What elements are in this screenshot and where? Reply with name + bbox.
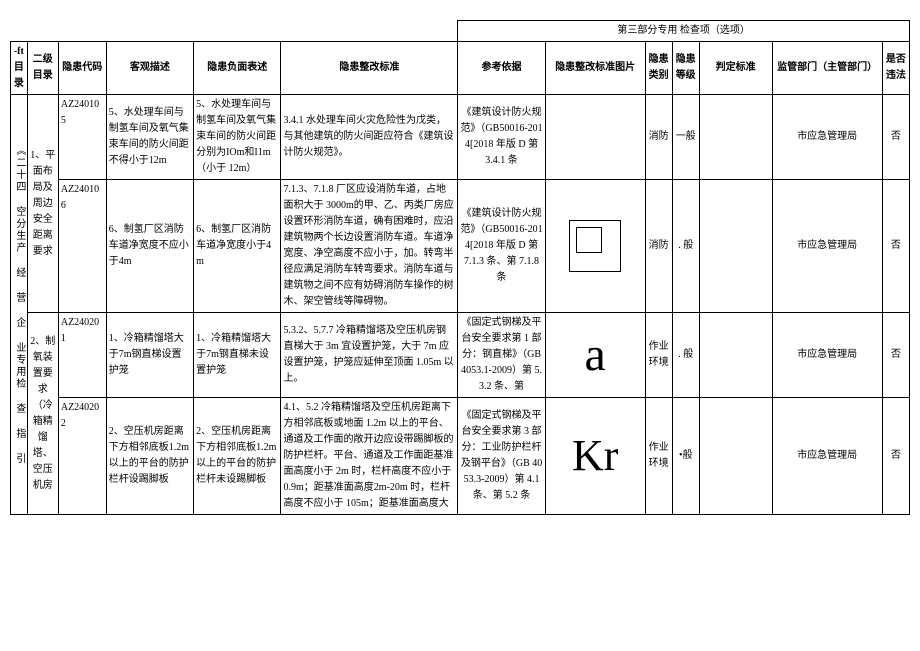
neg-desc: 2、空压机房距离下方相邻底板1.2m以上的平台的防护栏杆未设踢脚板 (194, 398, 281, 515)
section-header-row: 第三部分专用 检查项（选项） (11, 21, 910, 42)
ref: 《固定式钢梯及平台安全要求第 3 部分：工业防护栏杆及钢平台》（GB 4053.… (458, 398, 545, 515)
hdr-col9: 隐患等级 (672, 42, 699, 95)
code: AZ240202 (58, 398, 106, 515)
hdr-col3: 客观描述 (106, 42, 193, 95)
code: AZ240106 (58, 180, 106, 313)
neg-desc: 5、水处理车间与制氢车间及氧气集束车间的防火间距分别为IOm和I1m（小于 12… (194, 95, 281, 180)
haz-cat: 作业环境 (645, 398, 672, 515)
obj-desc: 1、冷箱精馏塔大于7m钢直梯设置护笼 (106, 313, 193, 398)
hdr-col10: 判定标准 (699, 42, 772, 95)
law: 否 (882, 180, 909, 313)
header-row: -ft 目录 二级目录 隐患代码 客观描述 隐患负面表述 隐患整改标准 参考依据… (11, 42, 910, 95)
dept: 市应急管理局 (772, 398, 882, 515)
haz-level: 一般 (672, 95, 699, 180)
ref: 《建筑设计防火规范》（GB50016-2014[2018 年版 D 第 3.4.… (458, 95, 545, 180)
std: 5.3.2、5.7.7 冷箱精馏塔及空压机房钢直梯大于 3m 宜设置护笼，大于 … (281, 313, 458, 398)
std: 3.4.1 水处理车间火灾危险性为戊类，与其他建筑的防火间距应符合《建筑设计防火… (281, 95, 458, 180)
haz-level: •般 (672, 398, 699, 515)
std: 4.1、5.2 冷箱精馏塔及空压机房距离下方相邻底板或地面 1.2m 以上的平台… (281, 398, 458, 515)
pic-cell (545, 95, 645, 180)
cat2-name: 2、制氧装置要求（冷箱精馏塔、空压机房 (27, 313, 58, 515)
obj-desc: 6、制氢厂区消防车道净宽度不应小于4m (106, 180, 193, 313)
haz-level: . 般 (672, 313, 699, 398)
obj-desc: 2、空压机房距离下方相邻底板1.2m以上的平台的防护栏杆设踢脚板 (106, 398, 193, 515)
pic-cell: Kr (545, 398, 645, 515)
haz-cat: 消防 (645, 95, 672, 180)
box-icon (569, 220, 621, 272)
obj-desc: 5、水处理车间与制氢车间及氧气集束车间的防火间距不得小于12m (106, 95, 193, 180)
pic-cell: a (545, 313, 645, 398)
cat1-name: 1、平面布局及周边安全距离要求 (27, 95, 58, 313)
hdr-col7: 隐患整改标准图片 (545, 42, 645, 95)
hdr-col5: 隐患整改标准 (281, 42, 458, 95)
hdr-col8: 隐患类别 (645, 42, 672, 95)
ref: 《建筑设计防火规范》（GB50016-2014[2018 年版 D 第 7.1.… (458, 180, 545, 313)
std: 7.1.3、7.1.8 厂区应设消防车道，占地面积大于 3000m的甲、乙、丙类… (281, 180, 458, 313)
judge (699, 398, 772, 515)
table-row: 《二十四 空分生产 经 营 企 业专用检 查 指 引 1、平面布局及周边安全距离… (11, 95, 910, 180)
code: AZ240201 (58, 313, 106, 398)
haz-cat: 作业环境 (645, 313, 672, 398)
law: 否 (882, 95, 909, 180)
dept: 市应急管理局 (772, 95, 882, 180)
pic-cell (545, 180, 645, 313)
hdr-col2: 隐患代码 (58, 42, 106, 95)
page: 第三部分专用 检查项（选项） -ft 目录 二级目录 隐患代码 客观描述 隐患负… (10, 20, 910, 515)
hdr-col6: 参考依据 (458, 42, 545, 95)
table-row: 2、制氧装置要求（冷箱精馏塔、空压机房 AZ240201 1、冷箱精馏塔大于7m… (11, 313, 910, 398)
haz-cat: 消防 (645, 180, 672, 313)
neg-desc: 1、冷箱精馏塔大于7m钢直梯未设置护笼 (194, 313, 281, 398)
haz-level: . 般 (672, 180, 699, 313)
judge (699, 95, 772, 180)
judge (699, 180, 772, 313)
ref: 《固定式钢梯及平台安全要求第 1 部分：钢直梯》（GB 4053.1-2009）… (458, 313, 545, 398)
hdr-col4: 隐患负面表述 (194, 42, 281, 95)
hdr-col12: 是否违法 (882, 42, 909, 95)
neg-desc: 6、制氢厂区消防车道净宽度小于4m (194, 180, 281, 313)
table-row: AZ240202 2、空压机房距离下方相邻底板1.2m以上的平台的防护栏杆设踢脚… (11, 398, 910, 515)
inspection-table: 第三部分专用 检查项（选项） -ft 目录 二级目录 隐患代码 客观描述 隐患负… (10, 20, 910, 515)
hdr-col0: -ft 目录 (11, 42, 28, 95)
table-row: AZ240106 6、制氢厂区消防车道净宽度不应小于4m 6、制氢厂区消防车道净… (11, 180, 910, 313)
dept: 市应急管理局 (772, 313, 882, 398)
side-title: 《二十四 空分生产 经 营 企 业专用检 查 指 引 (11, 95, 28, 515)
judge (699, 313, 772, 398)
code: AZ240105 (58, 95, 106, 180)
law: 否 (882, 398, 909, 515)
section-header: 第三部分专用 检查项（选项） (458, 21, 910, 42)
dept: 市应急管理局 (772, 180, 882, 313)
law: 否 (882, 313, 909, 398)
hdr-col11: 监管部门（主管部门） (772, 42, 882, 95)
hdr-col1: 二级目录 (27, 42, 58, 95)
